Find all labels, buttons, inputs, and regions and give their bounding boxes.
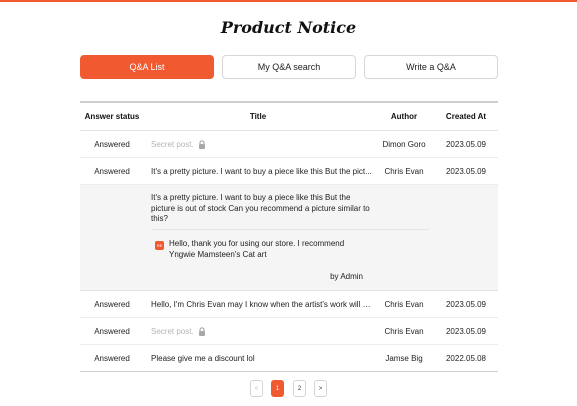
tab-bar: Q&A List My Q&A search Write a Q&A xyxy=(80,55,498,79)
created-at: 2023.05.09 xyxy=(445,139,487,149)
author: Chris Evan xyxy=(384,326,424,336)
secret-post-label: Secret post. xyxy=(151,326,194,336)
author: Dimon Goro xyxy=(382,139,426,149)
post-title-text: Please give me a discount lol xyxy=(151,353,255,363)
page-title: Product Notice xyxy=(220,18,357,37)
tab-write-qa[interactable]: Write a Q&A xyxy=(364,55,498,79)
header-created-at: Created At xyxy=(445,112,487,121)
post-title[interactable]: Secret post. xyxy=(151,131,373,157)
table-row[interactable]: Answered It's a pretty picture. I want t… xyxy=(80,158,498,185)
page-1-button[interactable]: 1 xyxy=(271,380,284,397)
top-accent-line xyxy=(0,0,577,2)
tab-qa-list[interactable]: Q&A List xyxy=(80,55,214,79)
answer-status: Answered xyxy=(94,166,130,176)
post-title-text: It's a pretty picture. I want to buy a p… xyxy=(151,166,372,176)
prev-page-button[interactable]: < xyxy=(250,380,263,397)
question-text: It's a pretty picture. I want to buy a p… xyxy=(151,193,370,223)
page-2-button[interactable]: 2 xyxy=(293,380,306,397)
post-title[interactable]: Secret post. xyxy=(151,318,373,344)
divider xyxy=(151,229,429,230)
next-page-button[interactable]: > xyxy=(314,380,327,397)
author: Chris Evan xyxy=(384,299,424,309)
lock-icon xyxy=(198,139,205,149)
expanded-qa-panel: It's a pretty picture. I want to buy a p… xyxy=(80,185,498,291)
lock-icon xyxy=(198,326,205,336)
pagination: < 1 2 > xyxy=(0,380,577,398)
header-title: Title xyxy=(249,112,267,121)
author: Chris Evan xyxy=(384,166,424,176)
answer-text: Hello, thank you for using our store. I … xyxy=(169,239,345,259)
tab-my-qa-search[interactable]: My Q&A search xyxy=(222,55,356,79)
author: Jamse Big xyxy=(385,353,423,363)
post-title[interactable]: It's a pretty picture. I want to buy a p… xyxy=(151,158,373,184)
table-row[interactable]: Answered Secret post. Chris Evan 2023.05… xyxy=(80,318,498,345)
table-row[interactable]: Answered Secret post. Dimon Goro 2023.05… xyxy=(80,131,498,158)
post-title[interactable]: Please give me a discount lol xyxy=(151,345,373,371)
created-at: 2022.05.08 xyxy=(445,353,487,363)
post-title[interactable]: Hello, I'm Chris Evan may I know when th… xyxy=(151,291,373,317)
reply-icon: RE xyxy=(155,241,164,250)
created-at: 2023.05.09 xyxy=(445,166,487,176)
answer-status: Answered xyxy=(94,326,130,336)
answer-author: by Admin xyxy=(330,272,363,281)
answer-status: Answered xyxy=(94,353,130,363)
table-row[interactable]: Answered Hello, I'm Chris Evan may I kno… xyxy=(80,291,498,318)
header-author: Author xyxy=(390,112,418,121)
created-at: 2023.05.09 xyxy=(445,299,487,309)
table-header: Answer status Title Author Created At xyxy=(80,101,498,131)
header-answer-status: Answer status xyxy=(84,112,140,121)
answer-status: Answered xyxy=(94,139,130,149)
secret-post-label: Secret post. xyxy=(151,139,194,149)
post-title-text: Hello, I'm Chris Evan may I know when th… xyxy=(151,299,373,309)
table-row[interactable]: Answered Please give me a discount lol J… xyxy=(80,345,498,372)
answer-status: Answered xyxy=(94,299,130,309)
qa-table: Answer status Title Author Created At An… xyxy=(80,101,498,372)
created-at: 2023.05.09 xyxy=(445,326,487,336)
